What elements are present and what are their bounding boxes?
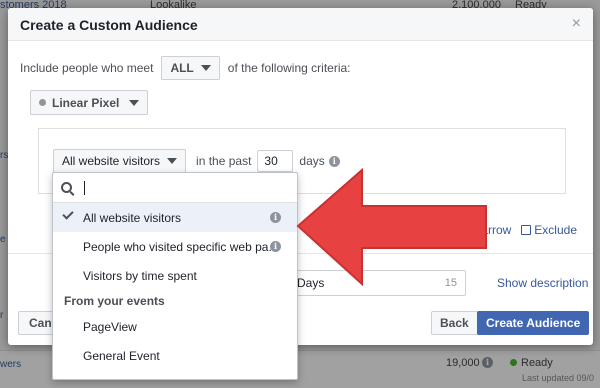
menu-item-specific-pages[interactable]: People who visited specific web pa... i xyxy=(53,232,297,261)
modal-header: Create a Custom Audience × xyxy=(8,8,593,41)
criteria-suffix: of the following criteria: xyxy=(227,61,351,75)
days-label: days xyxy=(299,154,325,168)
arrow-shape xyxy=(296,168,487,287)
caret-down-icon xyxy=(129,99,140,106)
visitor-type-dropdown: All website visitors i People who visite… xyxy=(52,172,298,380)
close-icon[interactable]: × xyxy=(572,15,581,33)
modal-title: Create a Custom Audience xyxy=(20,17,198,33)
info-icon[interactable]: i xyxy=(328,155,340,167)
pixel-select[interactable]: Linear Pixel xyxy=(30,90,149,115)
visitor-type-value: All website visitors xyxy=(62,154,161,168)
exclude-link[interactable]: Exclude xyxy=(521,223,577,237)
exclude-icon xyxy=(521,225,532,235)
info-icon[interactable]: i xyxy=(270,212,281,223)
show-description-link[interactable]: Show description xyxy=(497,276,588,290)
info-icon[interactable]: i xyxy=(270,241,281,252)
criteria-prefix: Include people who meet xyxy=(20,61,154,75)
back-button[interactable]: Back xyxy=(431,311,478,335)
match-mode-select[interactable]: ALL xyxy=(161,56,220,80)
in-past-label: in the past xyxy=(196,154,252,168)
menu-item-label: PageView xyxy=(83,319,137,334)
menu-item-label: Visitors by time spent xyxy=(83,268,197,283)
caret-down-icon xyxy=(200,65,211,71)
text-cursor xyxy=(84,180,85,195)
search-icon xyxy=(61,182,72,193)
menu-item-time-spent[interactable]: Visitors by time spent xyxy=(53,261,297,290)
menu-item-label: All website visitors xyxy=(83,210,182,225)
rule-actions: arrow Exclude xyxy=(481,223,577,237)
days-input[interactable] xyxy=(257,150,294,172)
create-audience-button[interactable]: Create Audience xyxy=(477,311,590,335)
dropdown-search[interactable] xyxy=(53,173,297,203)
caret-down-icon xyxy=(167,158,178,164)
pixel-label: Linear Pixel xyxy=(52,95,120,110)
match-mode-value: ALL xyxy=(170,61,194,75)
menu-item-general-event[interactable]: General Event xyxy=(53,341,297,370)
menu-item-all-visitors[interactable]: All website visitors i xyxy=(53,203,297,232)
check-icon xyxy=(62,208,74,220)
pixel-status-dot-icon xyxy=(39,99,46,106)
menu-section-events: From your events xyxy=(64,294,165,308)
menu-item-label: People who visited specific web pa... xyxy=(83,239,279,254)
menu-item-pageview[interactable]: PageView xyxy=(53,312,297,341)
exclude-label: Exclude xyxy=(534,223,577,237)
arrow-annotation xyxy=(296,168,487,287)
menu-item-label: General Event xyxy=(83,348,160,363)
visitor-type-select[interactable]: All website visitors xyxy=(53,149,187,173)
criteria-row: Include people who meet ALL of the follo… xyxy=(20,56,351,80)
